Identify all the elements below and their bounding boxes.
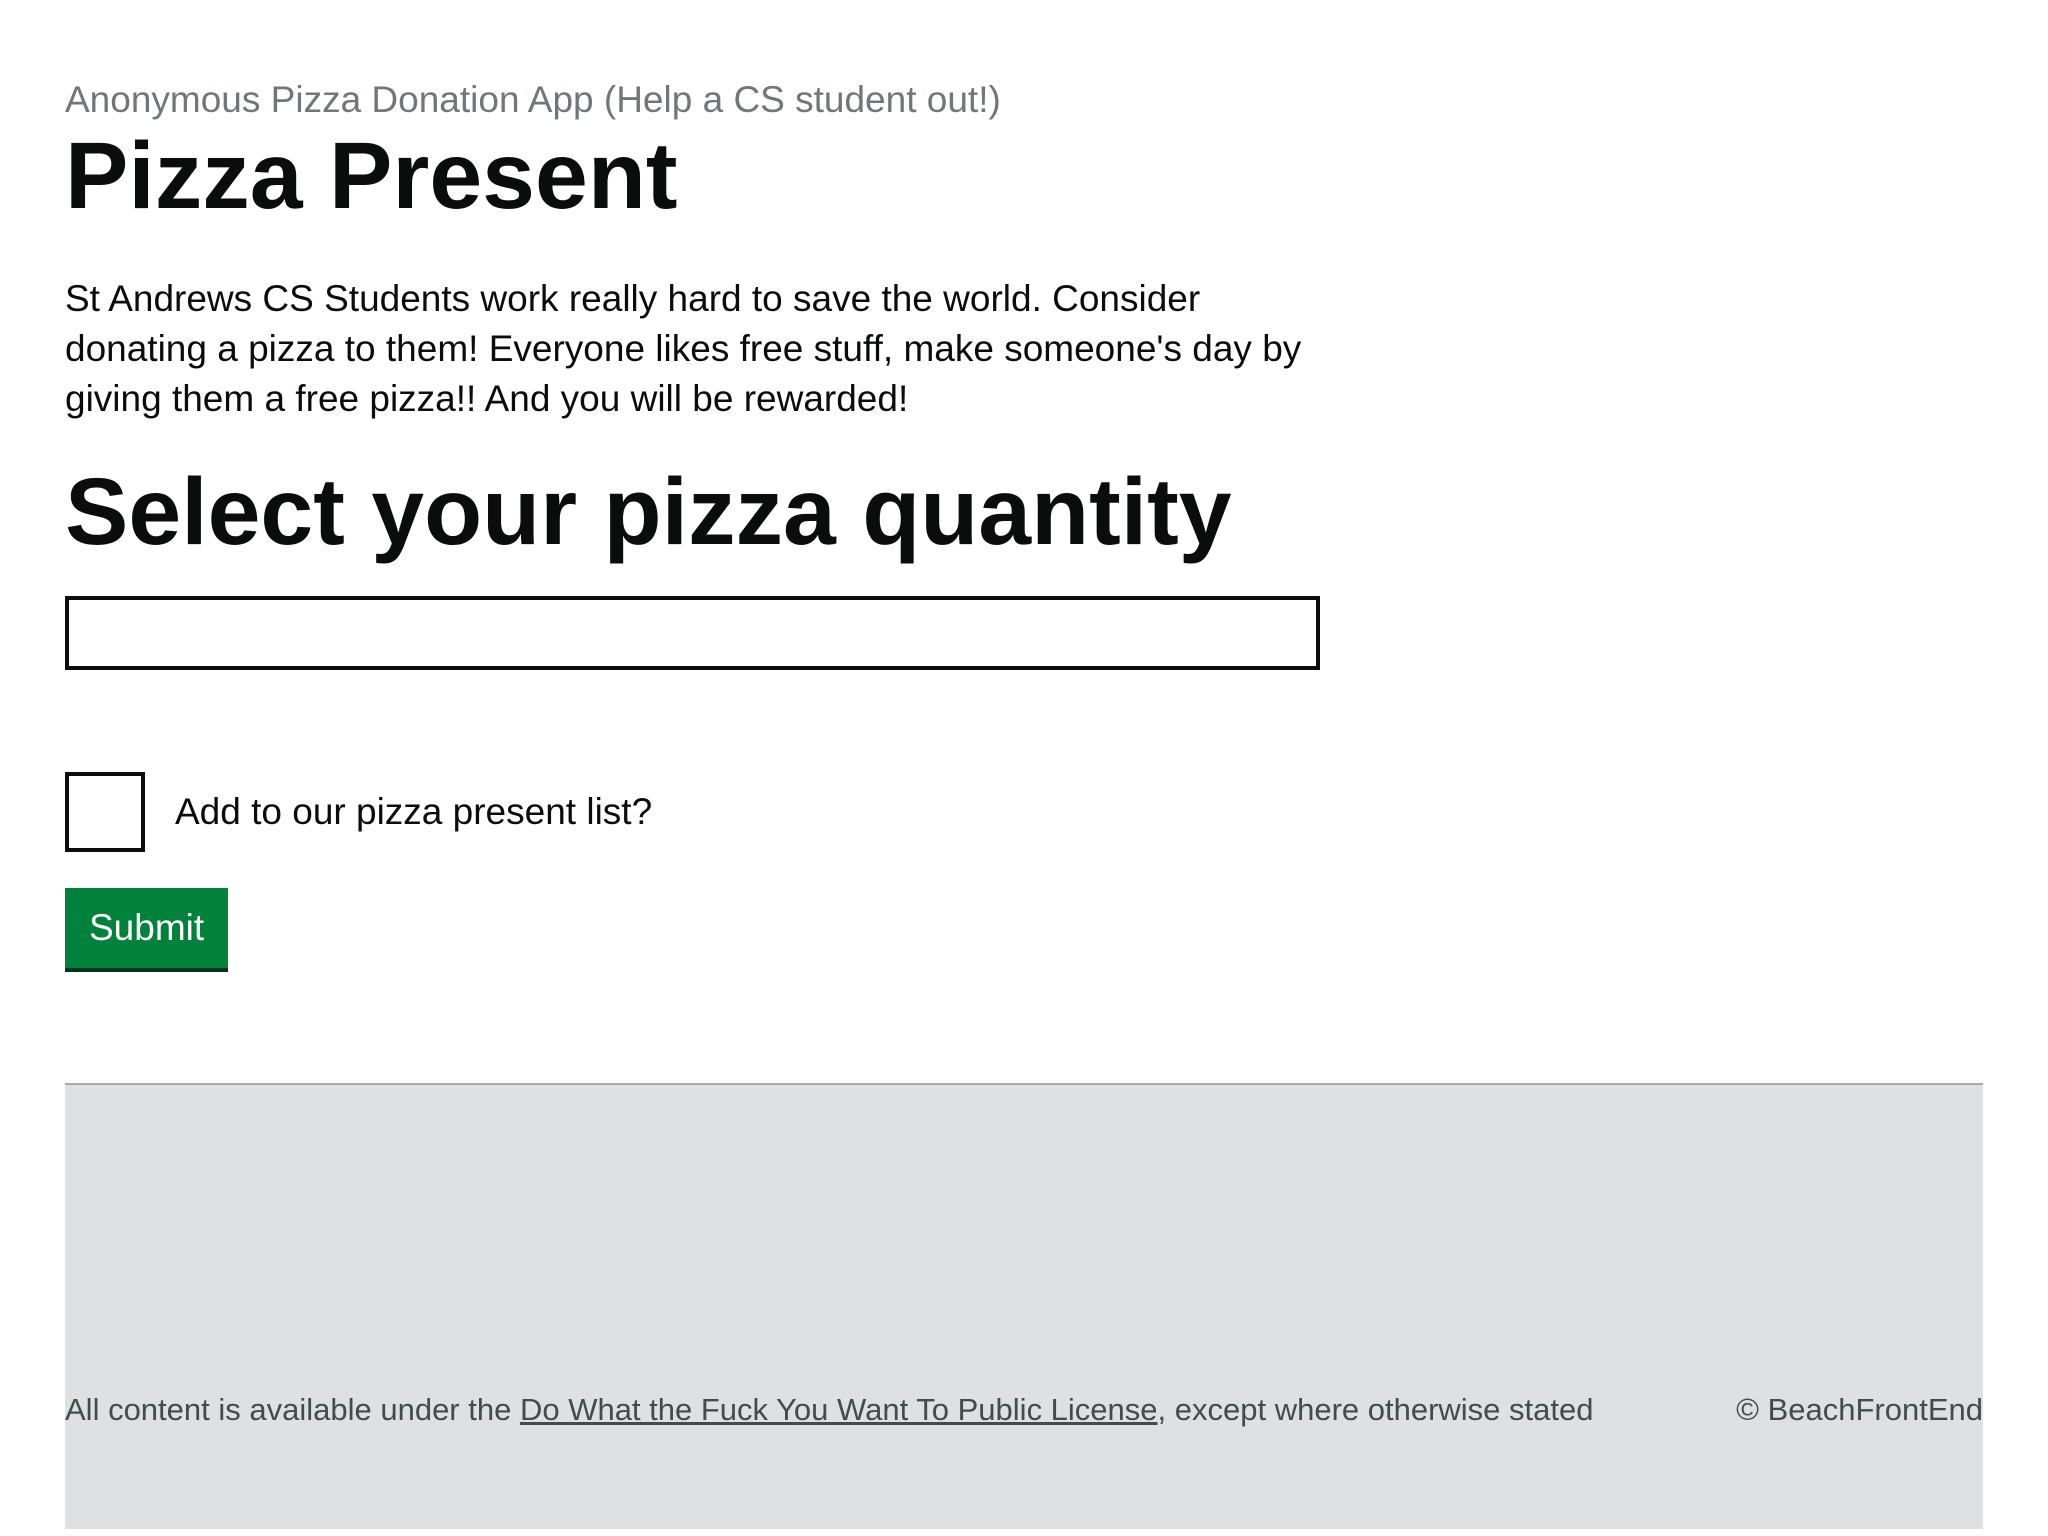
quantity-heading: Select your pizza quantity [65, 459, 1232, 565]
license-suffix: , except where otherwise stated [1157, 1392, 1594, 1427]
page: Anonymous Pizza Donation App (Help a CS … [0, 0, 2048, 1536]
present-list-option[interactable]: Add to our pizza present list? [65, 772, 652, 852]
footer: All content is available under the Do Wh… [65, 1083, 1983, 1529]
page-caption: Anonymous Pizza Donation App (Help a CS … [65, 79, 1001, 120]
page-title: Pizza Present [65, 123, 678, 229]
submit-button[interactable]: Submit [65, 888, 229, 968]
intro-text: St Andrews CS Students work really hard … [65, 278, 1302, 419]
present-list-checkbox[interactable] [65, 772, 145, 852]
footer-license-text: All content is available under the Do Wh… [65, 1390, 1593, 1430]
footer-copyright: © BeachFrontEnd [1736, 1392, 1983, 1427]
license-link[interactable]: Do What the Fuck You Want To Public Lice… [520, 1392, 1158, 1427]
quantity-input[interactable] [65, 596, 1320, 670]
present-list-label[interactable]: Add to our pizza present list? [175, 790, 652, 834]
license-prefix: All content is available under the [65, 1392, 520, 1427]
